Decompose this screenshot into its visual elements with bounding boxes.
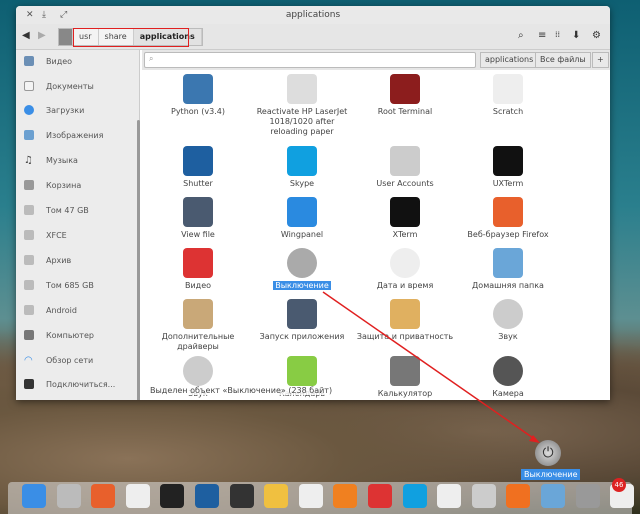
dock-terminal-icon[interactable] xyxy=(160,484,185,508)
dock-mail-icon[interactable] xyxy=(264,484,289,508)
dock-launcher-icon[interactable] xyxy=(22,484,46,508)
tooltip: Выключение xyxy=(521,469,581,480)
power-icon[interactable]: ⏻ xyxy=(535,440,561,466)
dock-files-icon[interactable] xyxy=(56,484,81,508)
dock-shutter-icon[interactable] xyxy=(195,484,219,508)
dock-sync-icon[interactable] xyxy=(506,484,531,508)
annotation-arrow xyxy=(322,291,540,443)
dock: 46 xyxy=(8,478,635,514)
dock-calendar-icon[interactable] xyxy=(298,484,323,508)
dock-power-icon[interactable] xyxy=(575,484,600,508)
dock-firefox-icon[interactable] xyxy=(91,484,116,508)
dock-skype-icon[interactable] xyxy=(402,484,427,508)
dock-video-icon[interactable] xyxy=(368,484,392,508)
dock-switchboard-icon[interactable] xyxy=(437,484,462,508)
dock-music-icon[interactable] xyxy=(333,484,358,508)
dock-screenshot-icon[interactable] xyxy=(229,484,254,508)
notification-badge: 46 xyxy=(612,478,626,492)
dock-refresh-icon[interactable] xyxy=(541,484,565,508)
dock-text-editor-icon[interactable] xyxy=(125,484,150,508)
dock-search-tool-icon[interactable] xyxy=(471,484,496,508)
